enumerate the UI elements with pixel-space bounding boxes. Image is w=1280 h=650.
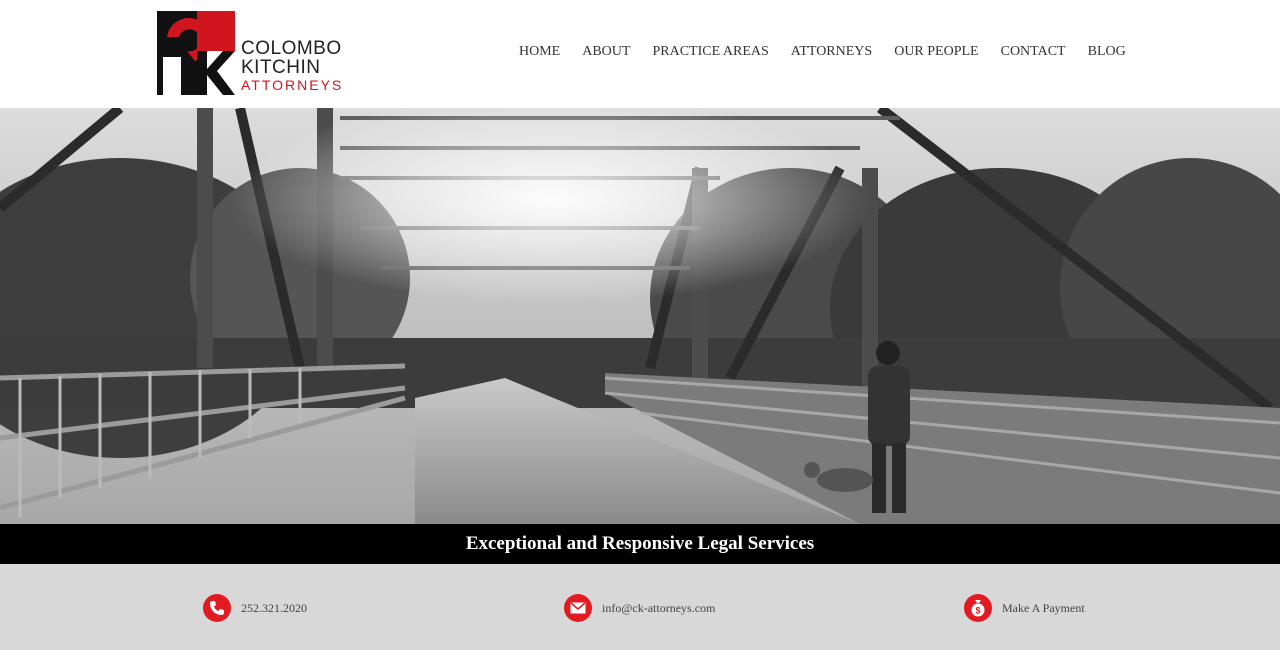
nav-our-people[interactable]: OUR PEOPLE	[894, 44, 978, 60]
nav-practice-areas[interactable]: PRACTICE AREAS	[652, 44, 768, 60]
phone-icon	[203, 594, 231, 622]
payment-link[interactable]: $ Make A Payment	[964, 594, 1085, 622]
nav-attorneys[interactable]: ATTORNEYS	[791, 44, 872, 60]
nav-blog[interactable]: BLOG	[1088, 44, 1126, 60]
nav-home[interactable]: HOME	[519, 44, 560, 60]
nav-contact[interactable]: CONTACT	[1001, 44, 1066, 60]
payment-label: Make A Payment	[1002, 600, 1085, 615]
main-nav: HOME ABOUT PRACTICE AREAS ATTORNEYS OUR …	[519, 44, 1148, 60]
phone-number: 252.321.2020	[241, 600, 307, 615]
svg-text:$: $	[975, 606, 980, 616]
hero-image	[0, 108, 1280, 524]
ck-logo-mark-icon	[157, 11, 235, 95]
logo-line-2: KITCHIN	[241, 57, 321, 78]
hero-tagline: Exceptional and Responsive Legal Service…	[465, 533, 815, 554]
contact-bar: 252.321.2020 info@ck-attorneys.com $ Mak…	[0, 564, 1280, 650]
site-header: COLOMBO KITCHIN ATTORNEYS HOME ABOUT PRA…	[0, 0, 1280, 108]
logo-line-1: COLOMBO	[241, 38, 342, 59]
email-address: info@ck-attorneys.com	[602, 600, 716, 615]
money-bag-icon: $	[964, 594, 992, 622]
tagline-bar: Exceptional and Responsive Legal Service…	[0, 524, 1280, 564]
site-logo[interactable]: COLOMBO KITCHIN ATTORNEYS	[157, 11, 347, 99]
email-icon	[564, 594, 592, 622]
nav-about[interactable]: ABOUT	[582, 44, 630, 60]
phone-contact[interactable]: 252.321.2020	[203, 594, 307, 622]
logo-wordmark: COLOMBO KITCHIN ATTORNEYS	[241, 39, 343, 93]
bridge-photo-illustration	[0, 108, 1280, 524]
email-contact[interactable]: info@ck-attorneys.com	[564, 594, 715, 622]
logo-line-3: ATTORNEYS	[241, 77, 344, 93]
